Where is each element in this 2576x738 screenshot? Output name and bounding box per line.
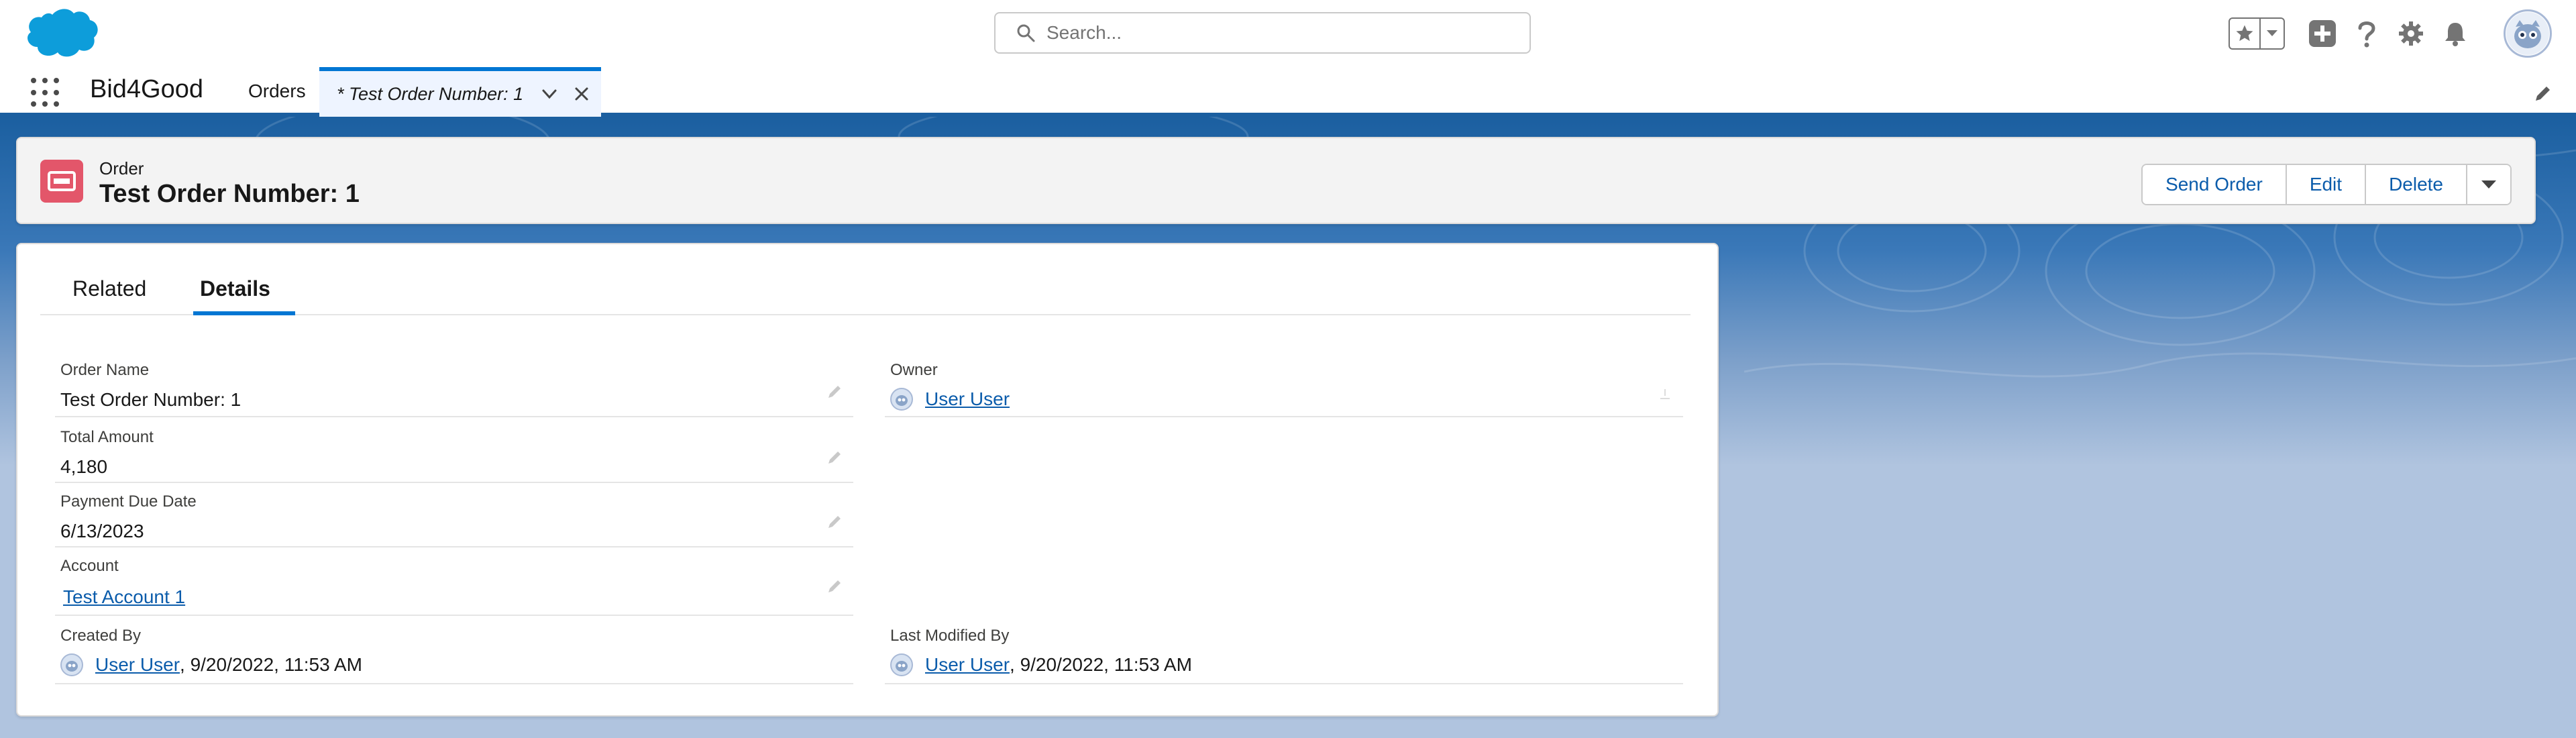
header-utility-icons [2229, 7, 2552, 60]
record-header: Order Test Order Number: 1 Send Order Ed… [16, 137, 2536, 224]
global-search[interactable] [994, 12, 1531, 54]
field-created-by: Created By User User , 9/20/2022, 11:53 … [55, 617, 853, 684]
send-order-button[interactable]: Send Order [2143, 165, 2287, 204]
close-icon[interactable] [573, 85, 590, 103]
help-icon[interactable] [2352, 19, 2381, 48]
field-last-modified-by: Last Modified By User User , 9/20/2022, … [885, 617, 1683, 684]
last-modified-by-value: User User , 9/20/2022, 11:53 AM [890, 653, 1192, 678]
account-link[interactable]: Test Account 1 [63, 586, 185, 608]
field-label: Last Modified By [890, 627, 1010, 645]
last-modified-by-user-link[interactable]: User User [925, 654, 1010, 676]
app-launcher-icon[interactable] [31, 78, 60, 107]
inline-edit-pencil-icon[interactable] [826, 577, 844, 594]
field-label: Owner [890, 361, 938, 379]
record-object-type: Order [99, 158, 144, 178]
app-navigation-bar: Bid4Good Orders * Test Order Number: 1 [0, 67, 2576, 117]
nav-item-orders[interactable]: Orders [248, 81, 306, 102]
workspace-tab-label: * Test Order Number: 1 [337, 83, 524, 104]
chevron-down-icon[interactable] [541, 85, 558, 103]
inline-edit-pencil-icon[interactable] [826, 513, 844, 530]
tab-related[interactable]: Related [72, 276, 146, 301]
user-avatar-icon [890, 653, 913, 676]
field-account: Account Test Account 1 [55, 547, 853, 616]
user-avatar-icon [60, 653, 83, 676]
created-by-timestamp: , 9/20/2022, 11:53 AM [180, 654, 362, 675]
inline-edit-pencil-icon[interactable] [826, 448, 844, 466]
field-label: Created By [60, 627, 142, 645]
favorites-button-group [2229, 17, 2285, 50]
tab-details-underline [193, 311, 295, 315]
change-owner-icon[interactable] [1656, 385, 1674, 403]
created-by-value: User User , 9/20/2022, 11:53 AM [60, 653, 362, 678]
favorites-star-icon[interactable] [2230, 19, 2261, 48]
search-input[interactable] [1046, 22, 1516, 44]
user-avatar-icon [890, 388, 913, 411]
field-value: 6/13/2023 [60, 521, 144, 541]
field-label: Order Name [60, 361, 150, 379]
search-icon [1017, 24, 1035, 42]
field-owner: Owner User User [885, 352, 1683, 417]
owner-link[interactable]: User User [925, 388, 1010, 410]
cloud-logo[interactable] [19, 5, 99, 62]
field-label: Total Amount [60, 428, 154, 446]
more-actions-button[interactable] [2467, 165, 2510, 204]
favorites-caret-icon[interactable] [2261, 19, 2284, 48]
workspace-tab-order[interactable]: * Test Order Number: 1 [319, 67, 601, 117]
field-label: Account [60, 557, 119, 575]
chevron-down-icon [2481, 180, 2496, 189]
field-total-amount: Total Amount 4,180 [55, 419, 853, 483]
global-actions-plus-icon[interactable] [2308, 19, 2337, 48]
field-order-name: Order Name Test Order Number: 1 [55, 352, 853, 417]
global-header [0, 0, 2576, 67]
last-modified-by-timestamp: , 9/20/2022, 11:53 AM [1010, 654, 1192, 675]
user-avatar[interactable] [2504, 9, 2552, 58]
created-by-user-link[interactable]: User User [95, 654, 180, 676]
record-actions: Send Order Edit Delete [2141, 164, 2512, 205]
edit-nav-pencil-icon[interactable] [2533, 83, 2553, 103]
record-tabs: Related Details [40, 244, 1690, 315]
record-title: Test Order Number: 1 [99, 180, 360, 208]
field-value: 4,180 [60, 456, 108, 477]
inline-edit-pencil-icon[interactable] [826, 382, 844, 400]
field-payment-due-date: Payment Due Date 6/13/2023 [55, 483, 853, 547]
delete-button[interactable]: Delete [2366, 165, 2467, 204]
setup-gear-icon[interactable] [2396, 19, 2426, 48]
field-value: Test Order Number: 1 [60, 389, 241, 410]
record-detail-card: Related Details Order Name Test Order Nu… [16, 243, 1719, 717]
order-object-icon [40, 160, 83, 203]
edit-button[interactable]: Edit [2286, 165, 2367, 204]
owner-value: User User [890, 388, 1010, 412]
notifications-bell-icon[interactable] [2440, 19, 2470, 48]
field-label: Payment Due Date [60, 492, 197, 511]
app-name: Bid4Good [90, 75, 204, 103]
tab-details[interactable]: Details [200, 276, 270, 301]
